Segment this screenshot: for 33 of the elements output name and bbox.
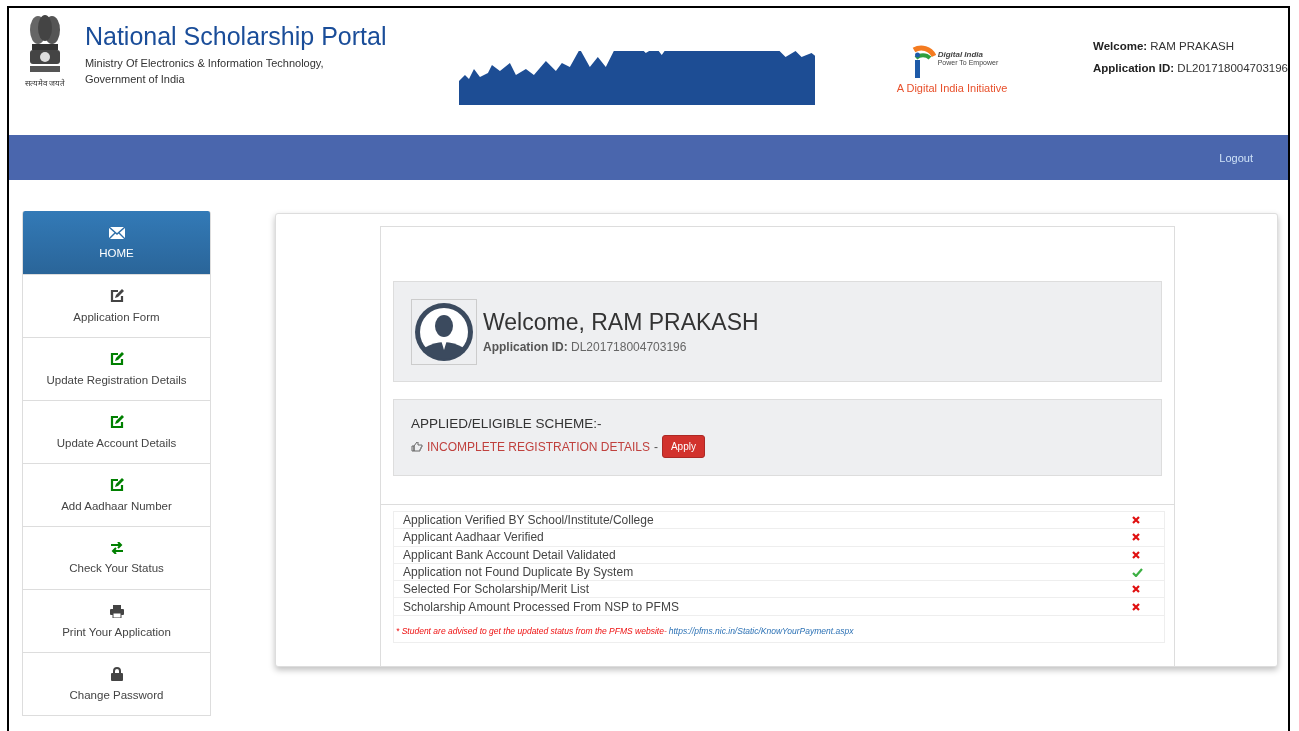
- status-label: Selected For Scholarship/Merit List: [402, 582, 591, 597]
- sidebar-item[interactable]: Print Your Application: [22, 590, 211, 653]
- status-label: Application not Found Duplicate By System: [402, 565, 635, 580]
- sidebar-item[interactable]: Check Your Status: [22, 527, 211, 590]
- pfms-link[interactable]: https://pfms.nic.in/Static/KnowYourPayment.aspx: [668, 625, 854, 636]
- application-id-text: Application ID: DL201718004703196: [1093, 62, 1288, 74]
- status-label: Scholarship Amount Processed From NSP to PFMS: [402, 599, 680, 614]
- motto-text: सत्यमेव जयते: [24, 78, 66, 88]
- welcome-user-text: Welcome: RAM PRAKASH: [1093, 40, 1236, 52]
- logo-text: Digital India: [937, 50, 985, 59]
- sidebar-item[interactable]: Change Password: [22, 653, 211, 716]
- user-avatar-icon: [411, 298, 477, 365]
- welcome-heading: Welcome, RAM PRAKASH: [483, 309, 759, 336]
- status-label: Application Verified BY School/Institute/College: [402, 513, 655, 528]
- sidebar-item[interactable]: Application Form: [22, 275, 211, 338]
- sidebar-item[interactable]: Update Registration Details: [22, 338, 211, 401]
- apply-button[interactable]: Apply: [661, 435, 705, 458]
- sidebar-item[interactable]: Add Aadhaar Number: [22, 464, 211, 527]
- status-label: Applicant Bank Account Detail Validated: [402, 547, 617, 562]
- status-label: Applicant Aadhaar Verified: [402, 530, 545, 545]
- portal-title: National Scholarship Portal: [84, 22, 388, 51]
- ministry-text: Government of India: [84, 72, 186, 87]
- sidebar-item[interactable]: HOME: [22, 211, 211, 275]
- sidebar-item[interactable]: Update Account Details: [22, 401, 211, 464]
- scheme-status-text: INCOMPLETE REGISTRATION DETAILS: [427, 439, 650, 454]
- logout-link[interactable]: Logout: [1219, 151, 1253, 164]
- pointing-hand-icon: [411, 441, 423, 452]
- advisory-note: * Student are advised to get the updated status from the PFMS website-: [396, 625, 667, 636]
- separator-text: -: [653, 439, 658, 454]
- ministry-text: Ministry Of Electronics & Information Technology,: [84, 56, 325, 71]
- application-id-text: Application ID: DL201718004703196: [483, 340, 688, 354]
- scheme-heading: APPLIED/ELIGIBLE SCHEME:-: [411, 416, 603, 431]
- initiative-caption: A Digital India Initiative: [896, 82, 1008, 94]
